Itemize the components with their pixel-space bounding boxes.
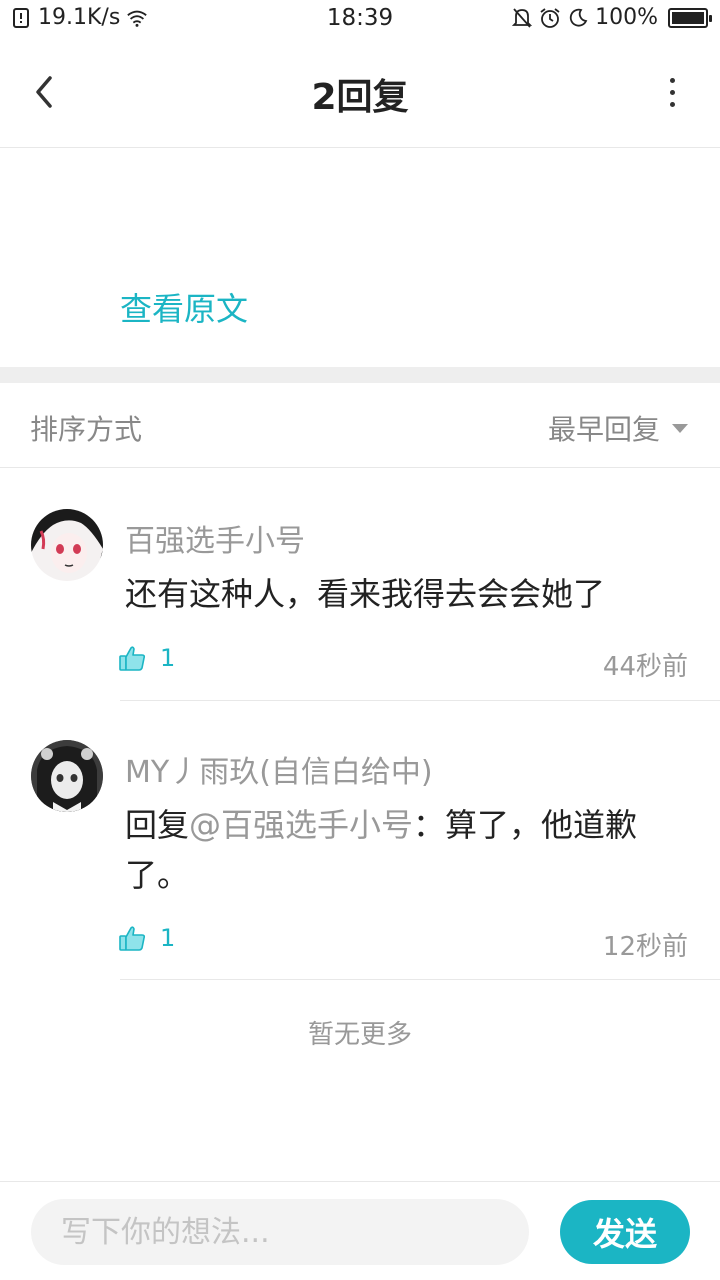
avatar[interactable] [31, 740, 103, 812]
no-more-label: 暂无更多 [307, 1020, 412, 1050]
reply-prefix: 回复 [125, 806, 190, 844]
like-button[interactable]: 1 [118, 644, 175, 672]
battery-level [672, 11, 704, 24]
view-original-link[interactable]: 查看原文 [120, 284, 248, 330]
more-options-button[interactable] [662, 70, 682, 114]
comment-input-bar: 发送 [0, 1181, 720, 1280]
comment-time: 44秒前 [602, 652, 688, 682]
moon-icon [567, 7, 589, 29]
status-right: 100% [511, 5, 712, 30]
sort-dropdown[interactable]: 最早回复 [548, 408, 688, 448]
comment-username[interactable]: MY丿雨玖(自信白给中) [125, 747, 433, 791]
comment-text: 回复@百强选手小号：算了，他道歉了。 [125, 800, 680, 900]
more-vertical-icon [669, 77, 675, 83]
avatar[interactable] [31, 509, 103, 581]
comment-username[interactable]: 百强选手小号 [125, 516, 305, 560]
sort-selected-value: 最早回复 [547, 413, 660, 446]
like-count: 1 [160, 644, 176, 672]
comment-time: 12秒前 [602, 932, 688, 962]
sort-label: 排序方式 [30, 413, 143, 446]
battery-percent: 100% [595, 5, 658, 30]
divider [120, 979, 720, 980]
mention-link[interactable]: @百强选手小号 [189, 806, 413, 844]
comment-input[interactable] [31, 1199, 529, 1265]
thumbs-up-icon [119, 646, 146, 671]
divider [120, 700, 720, 701]
alarm-icon [539, 7, 561, 29]
mute-bell-icon [511, 7, 533, 29]
caret-down-icon [672, 423, 688, 433]
top-nav-bar: 2回复 [0, 38, 720, 148]
comment-item: MY丿雨玖(自信白给中) 回复@百强选手小号：算了，他道歉了。 1 12秒前 [0, 702, 720, 980]
like-count: 1 [160, 924, 176, 952]
status-bar: 19.1K/s 18:39 100% [0, 0, 720, 38]
sort-row: 排序方式 最早回复 [0, 383, 720, 468]
page-title: 2回复 [311, 77, 409, 118]
thumbs-up-icon [119, 926, 146, 951]
comment-text: 还有这种人，看来我得去会会她了 [125, 575, 606, 613]
section-divider [0, 367, 720, 383]
original-post-area: 查看原文 [0, 149, 720, 367]
send-button[interactable]: 发送 [560, 1200, 690, 1264]
comment-item: 百强选手小号 还有这种人，看来我得去会会她了 1 44秒前 [0, 469, 720, 701]
like-button[interactable]: 1 [118, 924, 175, 952]
battery-icon [668, 7, 712, 28]
